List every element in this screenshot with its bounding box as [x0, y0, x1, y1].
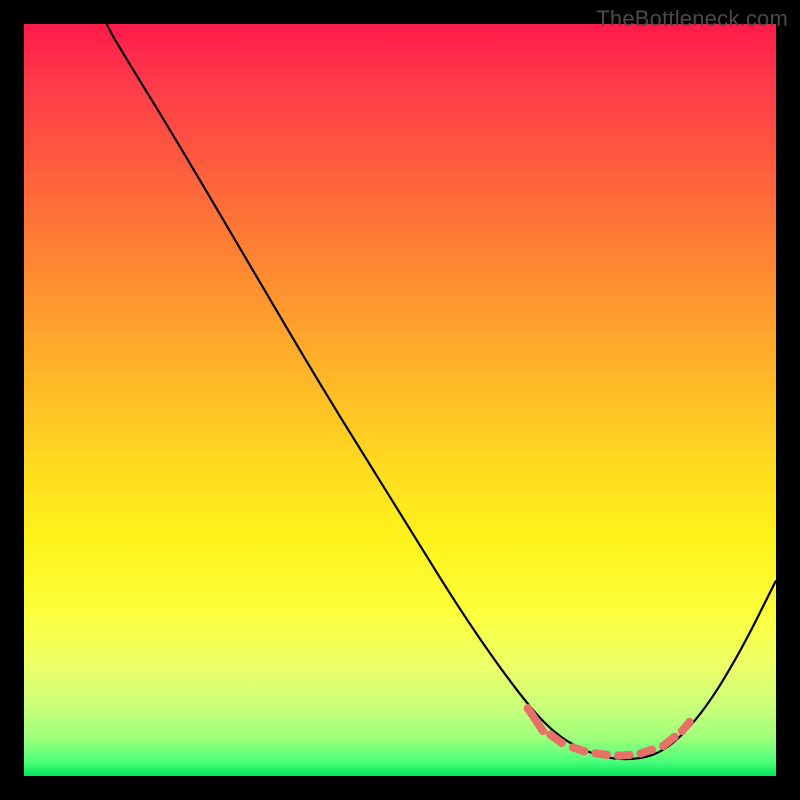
chart-curve — [107, 24, 776, 759]
highlight-dot — [678, 727, 686, 735]
highlight-dot — [648, 746, 656, 754]
watermark-text: TheBottleneck.com — [596, 6, 788, 32]
highlight-dot — [569, 743, 577, 751]
highlight-dot — [614, 752, 622, 760]
highlight-dot — [591, 749, 599, 757]
chart-area — [24, 24, 776, 776]
highlight-dot — [524, 704, 532, 712]
highlight-dot — [539, 727, 547, 735]
highlight-dot — [603, 751, 611, 759]
chart-svg — [24, 24, 776, 776]
highlight-dot — [659, 742, 667, 750]
highlight-dot — [558, 739, 566, 747]
highlight-dot — [580, 747, 588, 755]
highlight-dot — [625, 751, 633, 759]
highlight-dot — [685, 718, 693, 726]
highlight-dot — [546, 730, 554, 738]
highlight-dot — [670, 733, 678, 741]
highlight-dot — [636, 749, 644, 757]
chart-highlight-markers — [524, 704, 694, 760]
